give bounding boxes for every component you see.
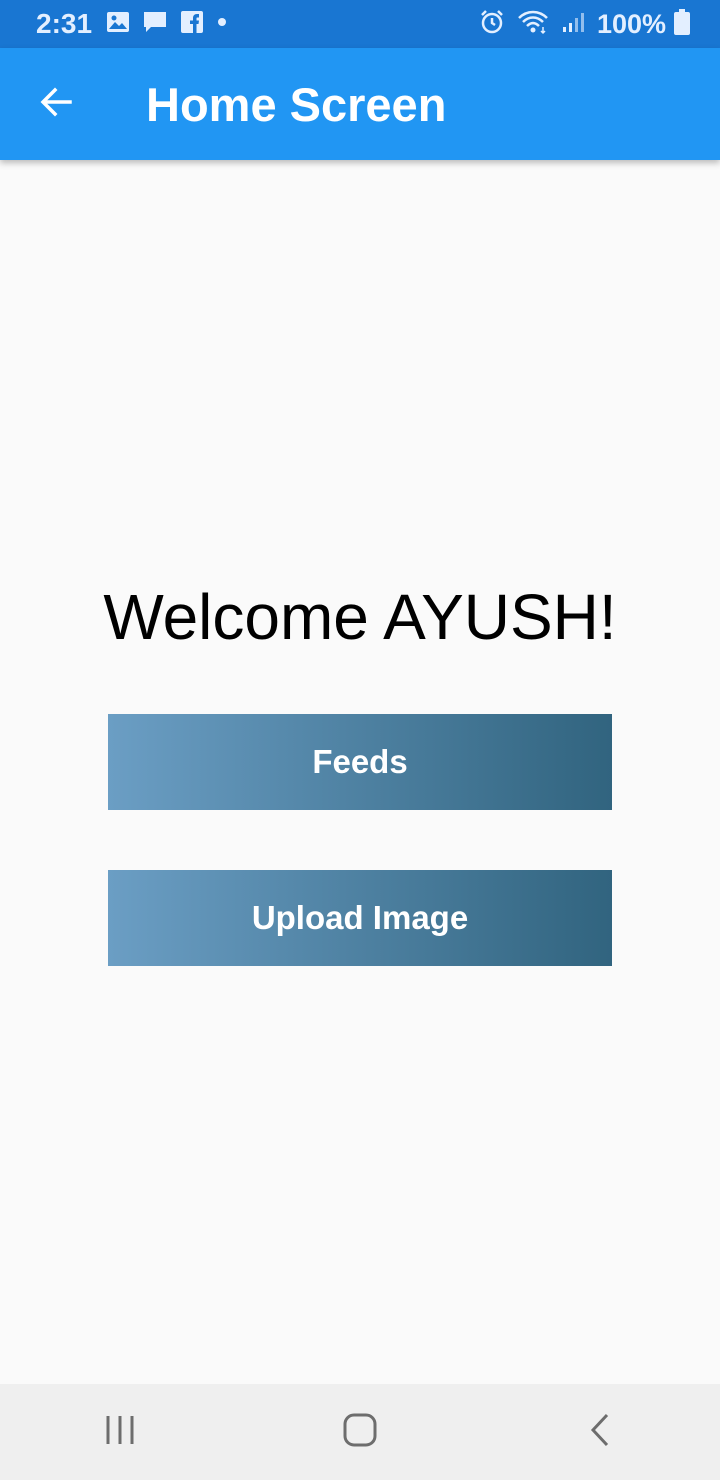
message-icon (142, 10, 168, 39)
recent-apps-button[interactable] (60, 1384, 180, 1480)
battery-icon (674, 8, 690, 40)
status-left: 2:31 (36, 8, 240, 40)
recent-apps-icon (104, 1414, 136, 1451)
dot-icon (216, 15, 228, 33)
upload-image-button[interactable]: Upload Image (108, 870, 612, 966)
signal-icon (561, 10, 585, 39)
home-icon (343, 1413, 377, 1452)
feeds-button-label: Feeds (312, 743, 408, 780)
status-right: 100% (479, 8, 690, 40)
arrow-left-icon (38, 84, 74, 125)
feeds-button[interactable]: Feeds (108, 714, 612, 810)
status-bar: 2:31 100% (0, 0, 720, 48)
back-icon (588, 1413, 612, 1452)
wifi-icon (517, 9, 549, 40)
welcome-text: Welcome AYUSH! (103, 581, 617, 653)
nav-back-button[interactable] (540, 1384, 660, 1480)
app-bar: Home Screen (0, 48, 720, 160)
status-time: 2:31 (36, 8, 93, 39)
home-button[interactable] (300, 1384, 420, 1480)
upload-image-button-label: Upload Image (251, 899, 469, 936)
facebook-icon (180, 10, 204, 39)
page-title: Home Screen (146, 77, 447, 131)
alarm-icon (479, 9, 505, 40)
navigation-bar (0, 1384, 720, 1480)
gallery-icon (106, 11, 130, 38)
back-button[interactable] (0, 48, 112, 160)
battery-percent: 100% (596, 8, 666, 39)
